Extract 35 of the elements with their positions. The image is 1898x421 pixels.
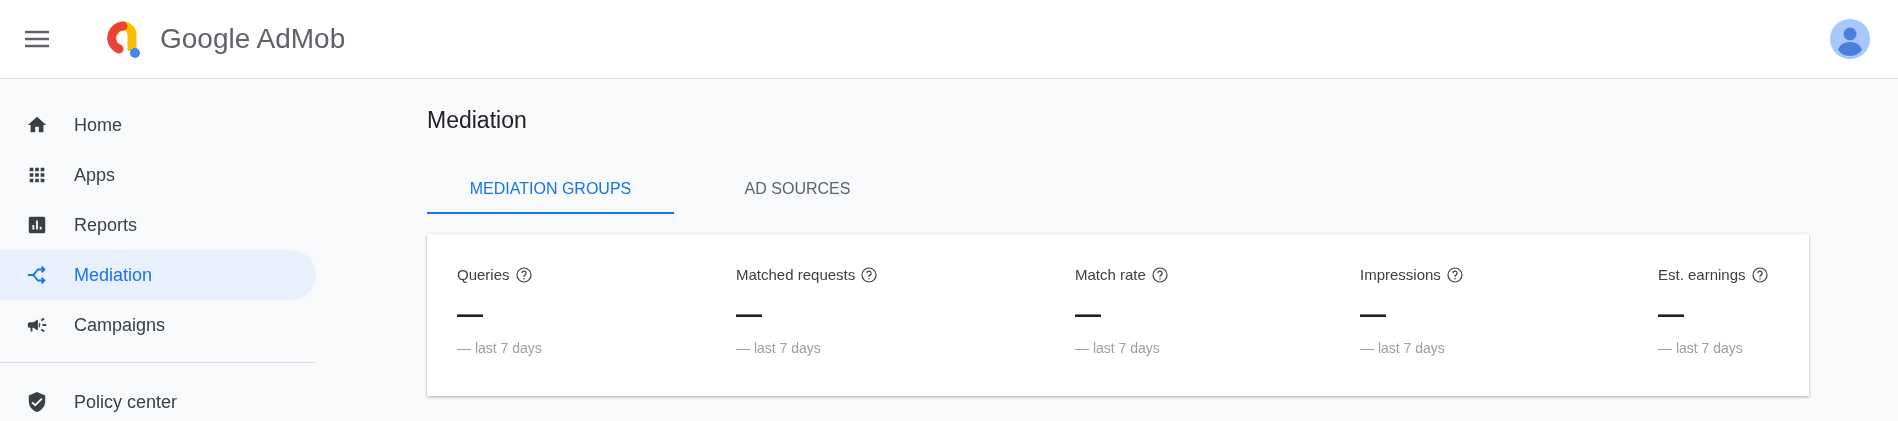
- metric-period: — last 7 days: [1658, 340, 1744, 356]
- policy-icon: [26, 391, 48, 413]
- metric-label: Matched requests: [736, 266, 856, 283]
- mediation-icon: [26, 264, 48, 286]
- help-icon[interactable]: [1751, 266, 1768, 283]
- help-icon[interactable]: [861, 266, 878, 283]
- metric-value: —: [736, 299, 763, 330]
- help-icon[interactable]: [515, 266, 532, 283]
- metric-label: Impressions: [1360, 266, 1441, 283]
- sidebar-item[interactable]: Mediation: [0, 250, 316, 300]
- sidebar-item[interactable]: Home: [0, 100, 316, 150]
- metric-period: — last 7 days: [457, 340, 543, 356]
- metric-period: — last 7 days: [1360, 340, 1446, 356]
- reports-icon: [26, 214, 48, 236]
- page-title: Mediation: [427, 107, 528, 134]
- tab[interactable]: MEDIATION GROUPS: [427, 168, 674, 214]
- sidebar-item[interactable]: Apps: [0, 150, 316, 200]
- avatar-icon[interactable]: [1830, 19, 1870, 59]
- metric-label: Est. earnings: [1658, 266, 1746, 283]
- brand-name: Google AdMob: [160, 23, 346, 55]
- metric-label: Match rate: [1075, 266, 1146, 283]
- help-icon[interactable]: [1446, 266, 1463, 283]
- sidebar-item[interactable]: Campaigns: [0, 300, 316, 350]
- menu-icon[interactable]: [24, 29, 50, 49]
- help-icon[interactable]: [1151, 266, 1168, 283]
- metric-value: —: [1360, 299, 1387, 330]
- metric-value: —: [1658, 299, 1685, 330]
- tab[interactable]: AD SOURCES: [674, 168, 921, 214]
- sidebar-item[interactable]: Reports: [0, 200, 316, 250]
- metric-value: —: [1075, 299, 1102, 330]
- metric-period: — last 7 days: [736, 340, 822, 356]
- metric-value: —: [457, 299, 484, 330]
- sidebar-item[interactable]: Policy center: [0, 377, 316, 421]
- metric-period: — last 7 days: [1075, 340, 1161, 356]
- metric-label: Queries: [457, 266, 510, 283]
